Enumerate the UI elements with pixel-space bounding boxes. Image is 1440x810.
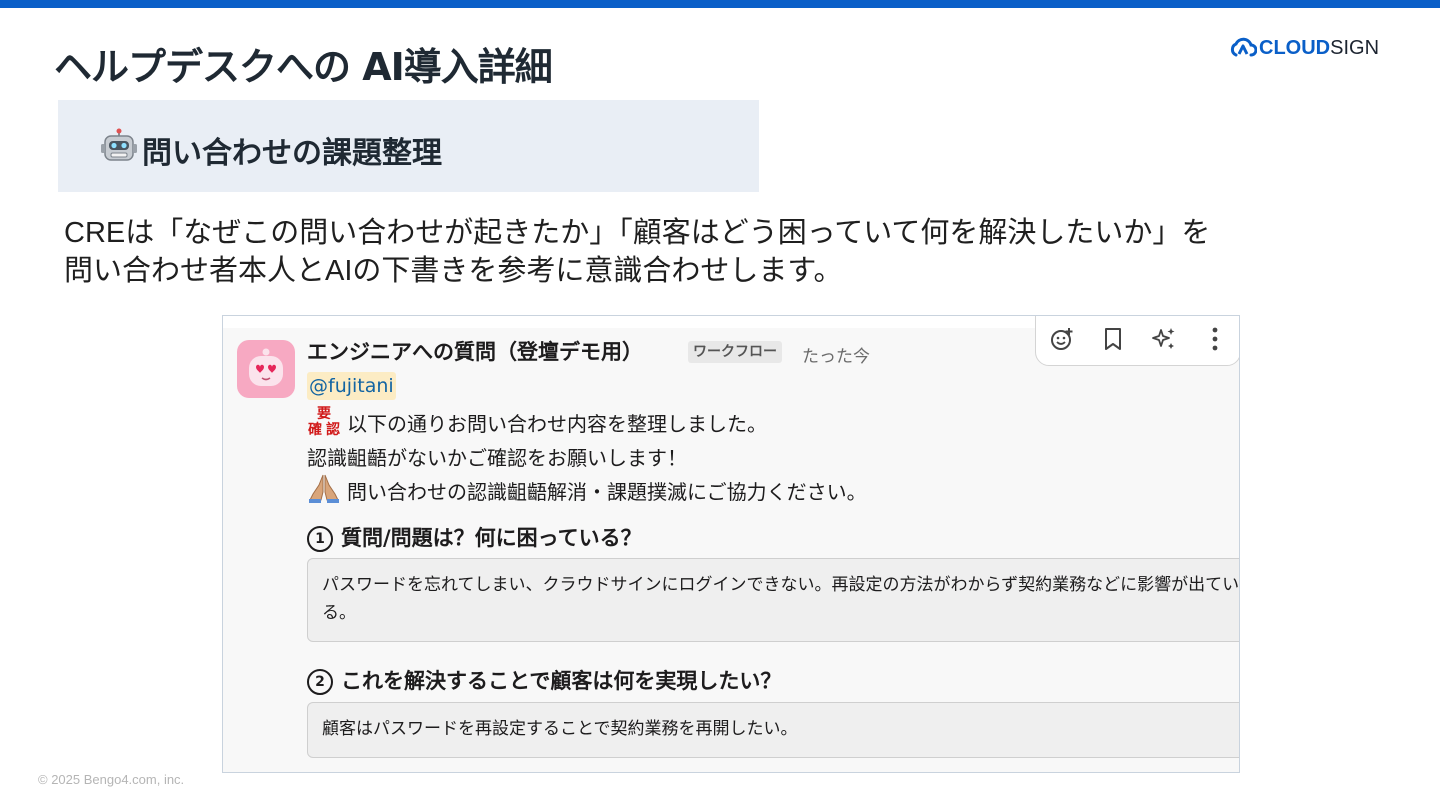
svg-text:確認: 確認 <box>308 421 340 438</box>
add-reaction-button[interactable] <box>1048 325 1076 353</box>
message-line-2: 認識齟齬がないかご確認をお願いします！ <box>307 446 687 470</box>
description-line-2: 問い合わせ者本人とAIの下書きを参考に意識合わせします。 <box>64 255 843 287</box>
top-accent-bar <box>0 0 1440 8</box>
section-title: 問い合わせの課題整理 <box>142 136 442 171</box>
description-line-1: CREは「なぜこの問い合わせが起きたか」「顧客はどう困っていて何を解決したいか」… <box>64 217 1211 249</box>
bot-avatar[interactable] <box>237 340 295 398</box>
svg-text:要: 要 <box>317 406 331 422</box>
copyright-footer: © 2025 Bengo4.com, inc. <box>38 772 185 787</box>
workflow-badge: ワークフロー <box>688 341 782 363</box>
user-mention[interactable]: @fujitani <box>307 372 396 400</box>
question-1-text: 質問/問題は？何に困っている？ <box>341 526 642 550</box>
brand-name-cloud: CLOUD <box>1259 36 1331 59</box>
slide-title: ヘルプデスクへの AI導入詳細 <box>54 45 553 89</box>
ai-actions-button[interactable] <box>1150 325 1178 353</box>
robot-icon <box>101 128 137 161</box>
more-vertical-icon <box>1212 327 1217 351</box>
cloudsign-brand: CLOUD SIGN <box>1229 36 1379 60</box>
number-1-badge: 1 <box>307 526 333 552</box>
message-timestamp[interactable]: たった今 <box>802 342 870 367</box>
cloudsign-logo-icon <box>1230 37 1257 57</box>
answer-1-box: パスワードを忘れてしまい、クラウドサインにログインできない。再設定の方法がわから… <box>307 558 1239 642</box>
question-1-heading: 1 質問/問題は？何に困っている？ <box>307 522 642 552</box>
ai-sparkle-icon <box>1151 328 1174 349</box>
message-line-1: 以下の通りお問い合わせ内容を整理しました。 <box>347 412 767 436</box>
folded-hands-icon <box>309 474 339 503</box>
heart-eyes-bot-icon <box>249 348 283 386</box>
question-2-heading: 2 これを解決することで顧客は何を実現したい？ <box>307 665 781 695</box>
add-reaction-icon <box>1050 328 1072 350</box>
sender-name[interactable]: エンジニアへの質問（登壇デモ用） <box>307 336 643 366</box>
need-confirmation-icon: 要 確認 <box>308 406 340 438</box>
bookmark-icon <box>1104 328 1121 350</box>
chat-message-screenshot: エンジニアへの質問（登壇デモ用） ワークフロー たった今 @fujitani 要… <box>222 315 1240 773</box>
more-actions-button[interactable] <box>1201 325 1229 353</box>
message-line-3: 問い合わせの認識齟齬解消・課題撲滅にご協力ください。 <box>347 480 867 504</box>
answer-2-box: 顧客はパスワードを再設定することで契約業務を再開したい。 <box>307 702 1239 758</box>
save-bookmark-button[interactable] <box>1099 325 1127 353</box>
question-2-text: これを解決することで顧客は何を実現したい？ <box>341 669 782 693</box>
message-action-bar <box>1035 316 1239 366</box>
section-header: 問い合わせの課題整理 <box>58 100 759 192</box>
number-2-badge: 2 <box>307 669 333 695</box>
brand-name-sign: SIGN <box>1330 36 1380 59</box>
description: CREは「なぜこの問い合わせが起きたか」「顧客はどう困っていて何を解決したいか」… <box>64 214 1324 290</box>
